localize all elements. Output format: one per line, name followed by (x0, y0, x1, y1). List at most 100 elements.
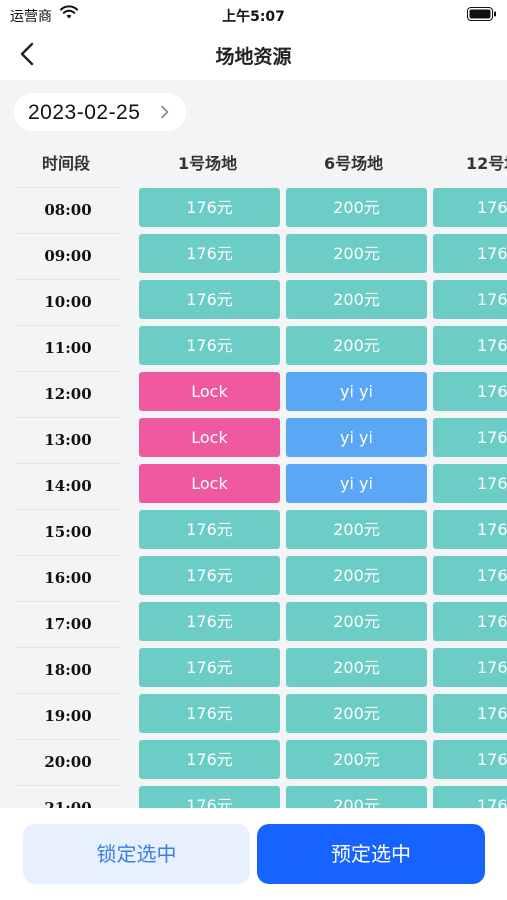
slot-available[interactable]: 176元 (139, 326, 280, 365)
slot-available[interactable]: 200元 (286, 694, 427, 733)
table-row: 08:00 176元 200元 176 (0, 187, 507, 233)
court-header: 12号场地 (466, 154, 507, 173)
nav-bar: 场地资源 (0, 28, 507, 80)
slot-available[interactable]: 176元 (139, 234, 280, 273)
slot-available[interactable]: 200元 (286, 188, 427, 227)
slot-available[interactable]: 176 (433, 234, 507, 273)
time-slot-cell: 10:00 (15, 279, 121, 325)
time-slot-cell: 15:00 (15, 509, 121, 555)
slot-available[interactable]: 176 (433, 188, 507, 227)
slot-available[interactable]: 176 (433, 418, 507, 457)
slot-available[interactable]: 176元 (139, 556, 280, 595)
slot-available[interactable]: 176 (433, 464, 507, 503)
slot-locked[interactable]: Lock (139, 372, 280, 411)
time-column-header: 时间段 (42, 154, 91, 173)
time-slot-label: 10:00 (44, 293, 92, 311)
slot-available[interactable]: 200元 (286, 740, 427, 779)
time-slot-cell: 20:00 (15, 739, 121, 785)
slot-available[interactable]: 176 (433, 602, 507, 641)
slot-available[interactable]: 176 (433, 372, 507, 411)
table-row: 14:00 Lock yi yi 176 (0, 463, 507, 509)
table-row: 18:00 176元 200元 176 (0, 647, 507, 693)
lock-selected-button[interactable]: 锁定选中 (23, 824, 250, 884)
slot-available[interactable]: 200元 (286, 602, 427, 641)
time-slot-label: 16:00 (44, 569, 92, 587)
time-slot-cell: 12:00 (15, 371, 121, 417)
slot-available[interactable]: 200元 (286, 786, 427, 808)
slot-booked[interactable]: yi yi (286, 464, 427, 503)
time-slot-cell: 21:00 (15, 785, 121, 808)
time-slot-cell: 11:00 (15, 325, 121, 371)
table-row: 19:00 176元 200元 176 (0, 693, 507, 739)
slot-available[interactable]: 176 (433, 280, 507, 319)
time-slot-label: 17:00 (44, 615, 92, 633)
slot-booked[interactable]: yi yi (286, 372, 427, 411)
court-header: 1号场地 (178, 154, 238, 173)
slot-available[interactable]: 176元 (139, 280, 280, 319)
time-slot-label: 18:00 (44, 661, 92, 679)
slot-available[interactable]: 176元 (139, 648, 280, 687)
chevron-right-icon (161, 105, 169, 119)
court-header: 6号场地 (324, 154, 384, 173)
slot-available[interactable]: 176元 (139, 510, 280, 549)
slot-available[interactable]: 176元 (139, 694, 280, 733)
table-row: 13:00 Lock yi yi 176 (0, 417, 507, 463)
table-row: 10:00 176元 200元 176 (0, 279, 507, 325)
time-slot-cell: 18:00 (15, 647, 121, 693)
slot-available[interactable]: 176元 (139, 786, 280, 808)
table-row: 17:00 176元 200元 176 (0, 601, 507, 647)
slot-available[interactable]: 176 (433, 510, 507, 549)
slot-available[interactable]: 200元 (286, 510, 427, 549)
time-slot-label: 13:00 (44, 431, 92, 449)
battery-icon (467, 7, 496, 21)
table-row: 21:00 176元 200元 176 (0, 785, 507, 808)
slot-locked[interactable]: Lock (139, 464, 280, 503)
table-row: 11:00 176元 200元 176 (0, 325, 507, 371)
time-slot-cell: 17:00 (15, 601, 121, 647)
time-slot-label: 11:00 (44, 339, 92, 357)
slot-available[interactable]: 200元 (286, 326, 427, 365)
table-row: 12:00 Lock yi yi 176 (0, 371, 507, 417)
bottom-action-bar: 锁定选中 预定选中 (0, 808, 507, 900)
slot-available[interactable]: 200元 (286, 234, 427, 273)
status-bar: 运营商 上午5:07 (0, 0, 507, 28)
time-slot-label: 21:00 (44, 799, 92, 808)
time-slot-cell: 08:00 (15, 187, 121, 233)
slot-available[interactable]: 176 (433, 556, 507, 595)
time-slot-cell: 19:00 (15, 693, 121, 739)
status-time: 上午5:07 (222, 9, 285, 25)
table-row: 20:00 176元 200元 176 (0, 739, 507, 785)
table-header: 时间段 1号场地 6号场地 12号场地 (0, 150, 507, 180)
time-slot-cell: 09:00 (15, 233, 121, 279)
slot-available[interactable]: 176 (433, 326, 507, 365)
slot-available[interactable]: 200元 (286, 280, 427, 319)
court-schedule: 2023-02-25 时间段 1号场地 6号场地 12号场地 08:00 176元… (0, 80, 507, 808)
time-slot-label: 09:00 (44, 247, 92, 265)
date-picker[interactable]: 2023-02-25 (14, 93, 186, 131)
page-title: 场地资源 (215, 46, 292, 68)
time-slot-label: 15:00 (44, 523, 92, 541)
time-slot-cell: 13:00 (15, 417, 121, 463)
book-selected-button[interactable]: 预定选中 (257, 824, 485, 884)
time-slot-label: 19:00 (44, 707, 92, 725)
table-row: 15:00 176元 200元 176 (0, 509, 507, 555)
time-slot-label: 14:00 (44, 477, 92, 495)
slot-available[interactable]: 176 (433, 648, 507, 687)
slot-available[interactable]: 200元 (286, 648, 427, 687)
slot-locked[interactable]: Lock (139, 418, 280, 457)
time-slot-cell: 16:00 (15, 555, 121, 601)
slot-available[interactable]: 176元 (139, 740, 280, 779)
slot-booked[interactable]: yi yi (286, 418, 427, 457)
slot-available[interactable]: 176 (433, 740, 507, 779)
slot-available[interactable]: 200元 (286, 556, 427, 595)
time-slot-label: 08:00 (44, 201, 92, 219)
date-value: 2023-02-25 (28, 101, 141, 124)
slot-available[interactable]: 176 (433, 694, 507, 733)
slot-available[interactable]: 176 (433, 786, 507, 808)
time-slot-cell: 14:00 (15, 463, 121, 509)
time-slot-label: 20:00 (44, 753, 92, 771)
time-slot-label: 12:00 (44, 385, 92, 403)
table-row: 09:00 176元 200元 176 (0, 233, 507, 279)
slot-available[interactable]: 176元 (139, 188, 280, 227)
slot-available[interactable]: 176元 (139, 602, 280, 641)
